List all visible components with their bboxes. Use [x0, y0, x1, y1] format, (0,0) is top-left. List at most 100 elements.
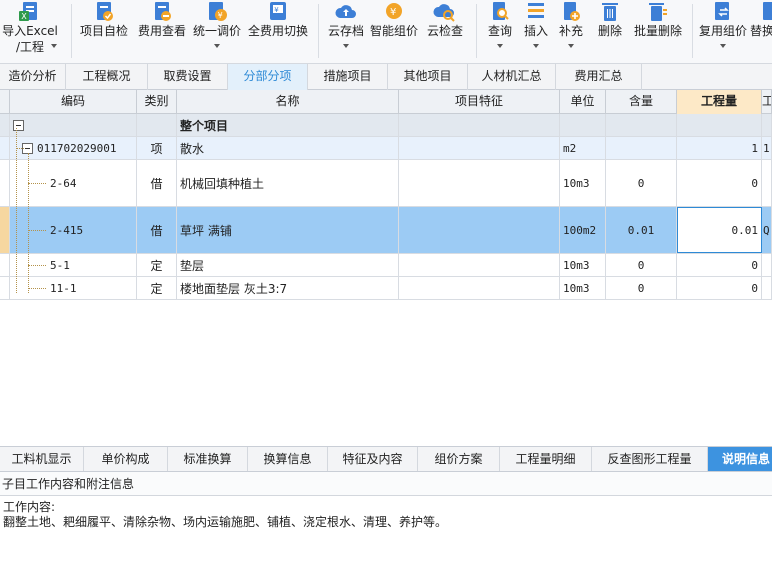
feature-cell[interactable]: [399, 207, 560, 253]
type-cell[interactable]: 定: [137, 254, 177, 276]
type-cell[interactable]: 定: [137, 277, 177, 299]
row-indicator: [0, 114, 10, 136]
tab-sub-items[interactable]: 分部分项: [228, 64, 308, 90]
tab-quantity-details[interactable]: 工程量明细: [500, 447, 592, 471]
query-button[interactable]: 查询: [482, 0, 518, 62]
type-cell[interactable]: 借: [137, 207, 177, 253]
table-row[interactable]: 11-1 定 楼地面垫层 灰土3:7 10m3 0 0: [0, 277, 772, 300]
code-value: 011702029001: [37, 141, 117, 155]
fee-view-button[interactable]: 费用查看: [134, 0, 190, 62]
delete-button[interactable]: 删除: [592, 0, 628, 62]
tree-line: [28, 288, 46, 289]
unit-cell[interactable]: 10m3: [560, 160, 606, 206]
smart-price-button[interactable]: ¥ 智能组价: [368, 0, 420, 62]
extra-cell[interactable]: [762, 277, 772, 299]
group-row[interactable]: 整个项目: [0, 114, 772, 137]
insert-button[interactable]: 插入: [518, 0, 554, 62]
header-code[interactable]: 编码: [10, 90, 137, 114]
unit-cell[interactable]: 10m3: [560, 277, 606, 299]
cloud-check-button[interactable]: 云检查: [422, 0, 468, 62]
feature-cell[interactable]: [399, 160, 560, 206]
name-cell[interactable]: 散水: [177, 137, 399, 159]
tab-fee-settings[interactable]: 取费设置: [148, 64, 228, 90]
name-cell[interactable]: 草坪 满铺: [177, 207, 399, 253]
type-cell[interactable]: 项: [137, 137, 177, 159]
supplement-button[interactable]: 补充: [554, 0, 588, 62]
tab-conversion-info[interactable]: 换算信息: [248, 447, 328, 471]
tab-measures[interactable]: 措施项目: [308, 64, 388, 90]
tab-pricing-scheme[interactable]: 组价方案: [418, 447, 500, 471]
tab-unit-price-composition[interactable]: 单价构成: [84, 447, 168, 471]
header-row-indicator: [0, 90, 10, 114]
tree-line: [28, 265, 46, 266]
header-extra[interactable]: 工: [762, 90, 772, 114]
all-fee-switch-button[interactable]: ¥ 全费用切换: [246, 0, 310, 62]
tab-labor-material-display[interactable]: 工料机显示: [0, 447, 84, 471]
name-cell[interactable]: 整个项目: [177, 114, 399, 136]
replace-button[interactable]: 替换: [750, 0, 772, 62]
tab-labor-material-summary[interactable]: 人材机汇总: [468, 64, 556, 90]
name-cell[interactable]: 垫层: [177, 254, 399, 276]
table-row-selected[interactable]: 2-415 借 草坪 满铺 100m2 0.01 0.01 Q: [0, 207, 772, 254]
header-unit[interactable]: 单位: [560, 90, 606, 114]
type-cell[interactable]: 借: [137, 160, 177, 206]
content-qty-cell[interactable]: 0: [606, 160, 677, 206]
cloud-save-button[interactable]: 云存档: [324, 0, 368, 62]
content-qty-cell[interactable]: 0: [606, 254, 677, 276]
extra-cell[interactable]: [762, 254, 772, 276]
quantity-cell[interactable]: 0: [677, 160, 762, 206]
header-name[interactable]: 名称: [177, 90, 399, 114]
extra-cell[interactable]: 1: [762, 137, 772, 159]
cloud-upload-icon: [335, 5, 356, 18]
content-qty-cell[interactable]: [606, 137, 677, 159]
tab-cost-analysis[interactable]: 造价分析: [0, 64, 66, 90]
quantity-cell[interactable]: 0: [677, 254, 762, 276]
chevron-down-icon: [343, 44, 349, 48]
row-indicator: [0, 277, 10, 299]
header-type[interactable]: 类别: [137, 90, 177, 114]
toolbar-separator: [318, 4, 319, 58]
quantity-cell[interactable]: 1: [677, 137, 762, 159]
feature-cell[interactable]: [399, 254, 560, 276]
name-cell[interactable]: 机械回填种植土: [177, 160, 399, 206]
extra-cell[interactable]: Q: [762, 207, 772, 253]
unified-adjust-button[interactable]: ¥ 统一调价: [190, 0, 244, 62]
chevron-down-icon: [214, 44, 220, 48]
header-quantity[interactable]: 工程量: [677, 90, 762, 114]
feature-cell: [399, 114, 560, 136]
panel-title: 子目工作内容和附注信息: [0, 472, 772, 496]
table-row[interactable]: 5-1 定 垫层 10m3 0 0: [0, 254, 772, 277]
table-row[interactable]: 2-64 借 机械回填种植土 10m3 0 0: [0, 160, 772, 207]
tab-standard-conversion[interactable]: 标准换算: [168, 447, 248, 471]
content-qty-cell[interactable]: 0.01: [606, 207, 677, 253]
header-feature[interactable]: 项目特征: [399, 90, 560, 114]
table-row[interactable]: 011702029001 项 散水 m2 1 1: [0, 137, 772, 160]
name-cell[interactable]: 楼地面垫层 灰土3:7: [177, 277, 399, 299]
self-check-button[interactable]: 项目自检: [76, 0, 132, 62]
feature-cell[interactable]: [399, 277, 560, 299]
extra-cell[interactable]: [762, 160, 772, 206]
content-qty-cell[interactable]: 0: [606, 277, 677, 299]
header-content-qty[interactable]: 含量: [606, 90, 677, 114]
tab-reverse-graphic-quantity[interactable]: 反查图形工程量: [592, 447, 708, 471]
reuse-price-button[interactable]: 复用组价: [696, 0, 750, 62]
import-excel-button[interactable]: X 导入Excel /工程: [0, 0, 60, 62]
tab-project-overview[interactable]: 工程概况: [66, 64, 148, 90]
toolbar-separator: [692, 4, 693, 58]
unit-cell[interactable]: 10m3: [560, 254, 606, 276]
unit-cell[interactable]: m2: [560, 137, 606, 159]
collapse-icon[interactable]: [13, 119, 24, 131]
quantity-input[interactable]: 0.01: [677, 207, 762, 253]
tree-line: [28, 153, 29, 293]
code-cell[interactable]: 011702029001: [10, 137, 137, 159]
batch-delete-button[interactable]: 批量删除: [630, 0, 686, 62]
tab-features-content[interactable]: 特征及内容: [328, 447, 418, 471]
quantity-cell[interactable]: 0: [677, 277, 762, 299]
feature-cell[interactable]: [399, 137, 560, 159]
unit-cell[interactable]: 100m2: [560, 207, 606, 253]
tab-other-items[interactable]: 其他项目: [388, 64, 468, 90]
tab-fee-summary[interactable]: 费用汇总: [556, 64, 642, 90]
tab-description-info[interactable]: 说明信息: [708, 447, 772, 471]
import-excel-label-1: 导入Excel: [2, 24, 58, 38]
detail-tabs: 工料机显示 单价构成 标准换算 换算信息 特征及内容 组价方案 工程量明细 反查…: [0, 446, 772, 472]
